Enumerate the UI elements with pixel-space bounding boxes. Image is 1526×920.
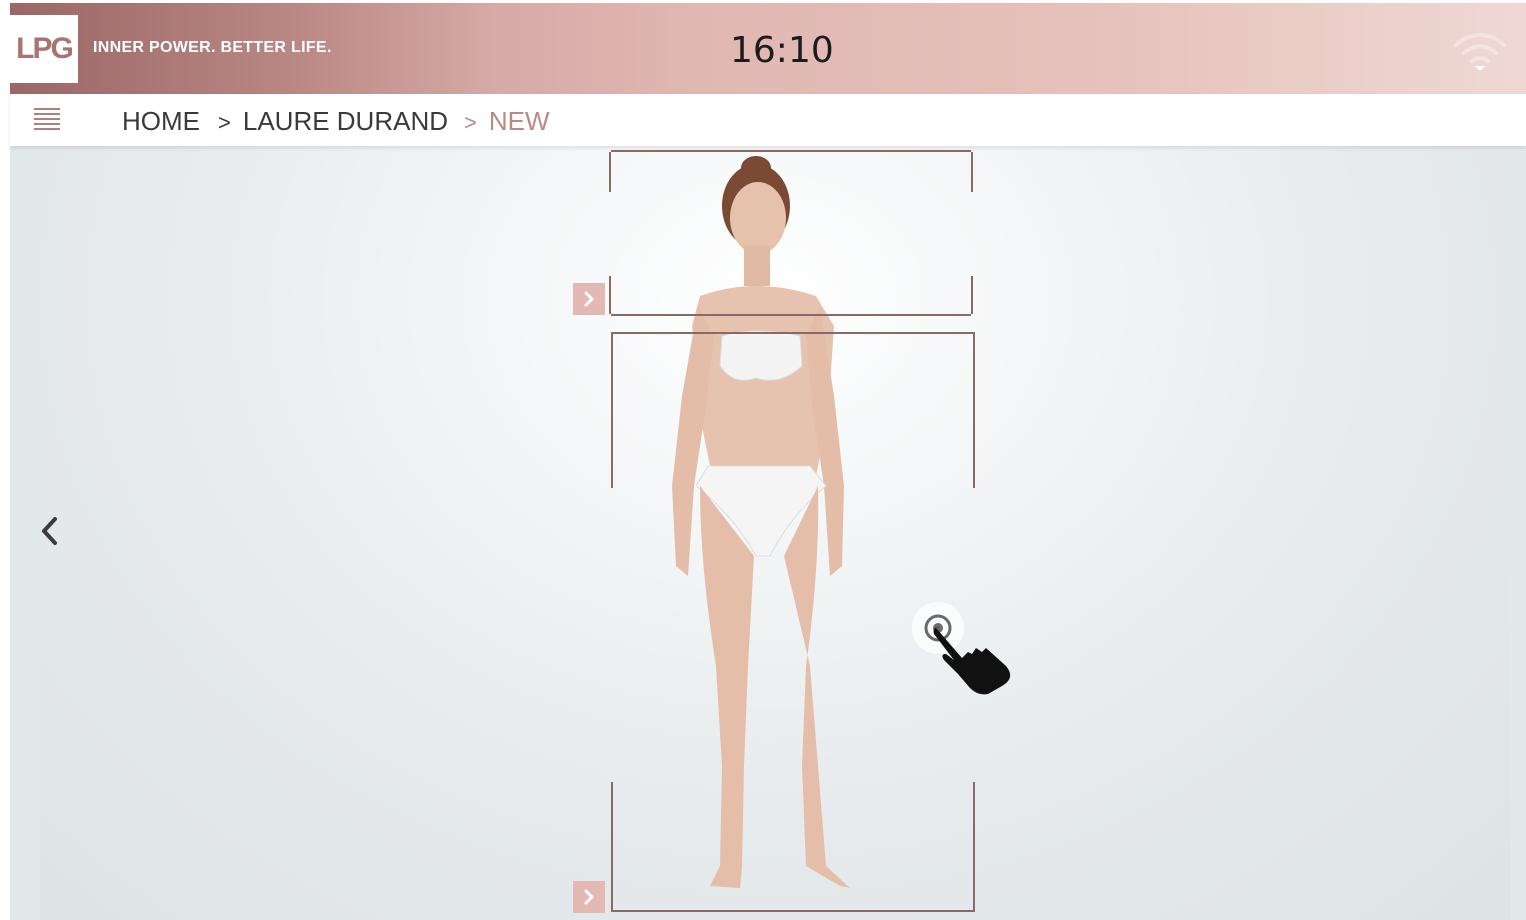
breadcrumb-bar: HOME > LAURE DURAND > NEW <box>10 94 1526 146</box>
chevron-left-icon[interactable] <box>36 514 62 548</box>
logo-text: LPG <box>16 32 74 65</box>
viewer-right-edge <box>1510 146 1526 920</box>
wifi-icon <box>1454 33 1506 71</box>
zone-upper-body[interactable] <box>609 150 973 316</box>
zone-upper-body-arrow[interactable] <box>573 283 605 315</box>
app-header: LPG INNER POWER. BETTER LIFE. 16:10 <box>10 3 1526 94</box>
breadcrumb-home[interactable]: HOME <box>122 106 200 137</box>
zone-torso[interactable] <box>611 332 975 488</box>
tap-hand-icon <box>912 602 1011 695</box>
breadcrumb-separator: > <box>464 110 477 135</box>
breadcrumb: HOME > LAURE DURAND > NEW <box>122 106 550 137</box>
zone-legs-arrow[interactable] <box>573 881 605 913</box>
app-screen: LPG INNER POWER. BETTER LIFE. 16:10 HOME… <box>0 0 1526 920</box>
breadcrumb-separator: > <box>218 110 231 135</box>
brand-tagline: INNER POWER. BETTER LIFE. <box>93 39 332 56</box>
hamburger-menu-icon[interactable] <box>34 108 60 132</box>
brand-logo: LPG <box>10 15 78 83</box>
zone-legs[interactable] <box>611 782 975 912</box>
breadcrumb-current: NEW <box>488 106 550 136</box>
clock: 16:10 <box>730 30 834 71</box>
body-model-viewer[interactable] <box>10 146 1526 920</box>
breadcrumb-client[interactable]: LAURE DURAND <box>243 106 448 137</box>
chevron-right-icon <box>584 291 594 307</box>
chevron-right-icon <box>584 889 594 905</box>
